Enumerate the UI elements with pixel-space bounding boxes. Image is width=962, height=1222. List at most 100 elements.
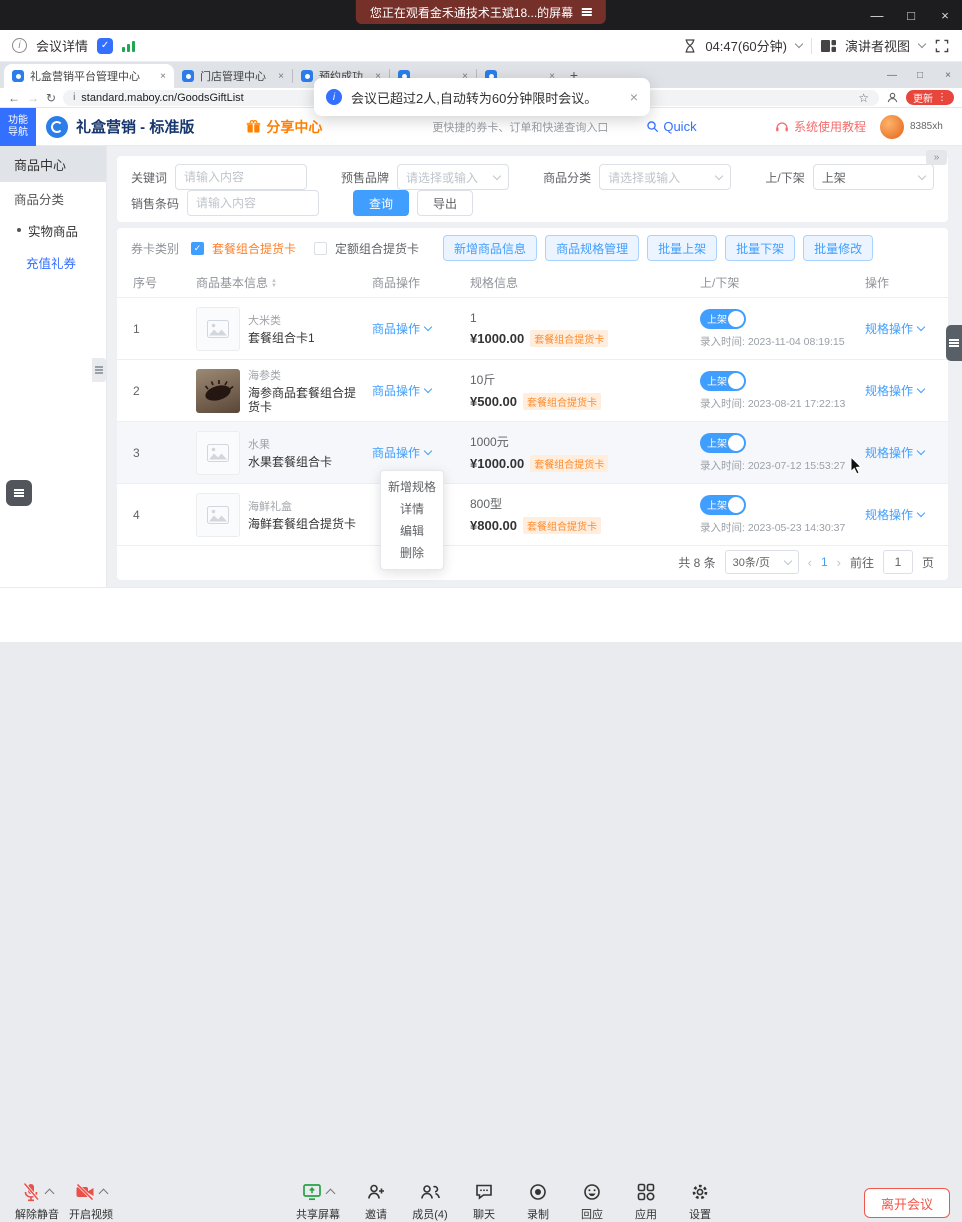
forward-icon[interactable]: → <box>27 92 39 104</box>
view-mode-selector[interactable]: 演讲者视图 <box>845 36 910 55</box>
prev-page-button[interactable]: ‹ <box>808 555 812 570</box>
spec-text: 1 <box>470 311 692 325</box>
bookmark-star-icon[interactable]: ☆ <box>858 92 869 104</box>
batch-on-shelf-button[interactable]: 批量上架 <box>647 235 717 261</box>
sidebar-section-goods-center[interactable]: 商品中心 <box>0 146 106 182</box>
members-icon <box>419 1182 441 1202</box>
spec-operation-link[interactable]: 规格操作 <box>865 444 924 461</box>
browser-menu-kebab-icon[interactable]: ⋮ <box>937 92 947 103</box>
user-avatar[interactable] <box>880 115 904 139</box>
shelf-toggle[interactable]: 上架 <box>700 495 746 515</box>
filter-panel: 关键词 预售品牌 请选择或输入 商品分类 请选择或输入 上/下架 上架 销售条码… <box>117 156 948 222</box>
sidebar-drag-handle[interactable] <box>92 358 106 382</box>
tab-close-icon[interactable]: × <box>278 71 284 82</box>
browser-maximize-button[interactable]: □ <box>906 70 934 81</box>
sidebar-item-physical-goods[interactable]: 实物商品 <box>0 214 106 246</box>
quick-search-link[interactable]: Quick <box>646 119 696 134</box>
site-info-icon[interactable]: i <box>73 93 75 103</box>
goods-operation-link-open[interactable]: 商品操作 <box>372 444 431 461</box>
fullscreen-icon[interactable] <box>934 38 950 54</box>
meeting-details-link[interactable]: 会议详情 <box>36 36 88 55</box>
sidebar-item-goods-category[interactable]: 商品分类 <box>0 182 106 214</box>
window-minimize-button[interactable]: — <box>860 0 894 30</box>
chat-button[interactable]: 聊天 <box>457 1182 511 1222</box>
browser-update-badge[interactable]: 更新 ⋮ <box>906 90 954 105</box>
view-chevron-down-icon[interactable] <box>918 40 926 48</box>
settings-button[interactable]: 设置 <box>673 1182 727 1222</box>
back-icon[interactable]: ← <box>8 92 20 104</box>
category-select[interactable]: 请选择或输入 <box>599 164 731 190</box>
spec-operation-link[interactable]: 规格操作 <box>865 506 924 523</box>
spec-operation-link[interactable]: 规格操作 <box>865 320 924 337</box>
browser-minimize-button[interactable]: — <box>878 70 906 81</box>
goto-page-input[interactable] <box>883 550 913 574</box>
function-nav-button[interactable]: 功能 导航 <box>0 108 36 146</box>
invite-button[interactable]: 邀请 <box>349 1182 403 1222</box>
spec-manage-button[interactable]: 商品规格管理 <box>545 235 639 261</box>
shelf-toggle[interactable]: 上架 <box>700 371 746 391</box>
banner-menu-icon[interactable] <box>582 11 592 13</box>
browser-close-button[interactable]: × <box>934 70 962 81</box>
product-name: 海参商品套餐组合提货卡 <box>248 386 366 414</box>
dropdown-item-delete[interactable]: 删除 <box>381 542 443 564</box>
brand-select[interactable]: 请选择或输入 <box>397 164 509 190</box>
export-button[interactable]: 导出 <box>417 190 473 216</box>
dropdown-item-add-spec[interactable]: 新增规格 <box>381 476 443 498</box>
mouse-cursor <box>850 456 863 475</box>
entry-time: 录入时间: 2023-11-04 08:19:15 <box>700 334 845 349</box>
apps-button[interactable]: 应用 <box>619 1182 673 1222</box>
dropdown-item-edit[interactable]: 编辑 <box>381 520 443 542</box>
reactions-button[interactable]: 回应 <box>565 1182 619 1222</box>
floating-list-widget[interactable] <box>6 480 32 506</box>
batch-edit-button[interactable]: 批量修改 <box>803 235 873 261</box>
browser-tab-2[interactable]: 门店管理中心 × <box>174 64 292 88</box>
meeting-side-panel-handle[interactable] <box>946 325 962 361</box>
checkbox-fixed-card-label[interactable]: 定额组合提货卡 <box>335 240 419 257</box>
spec-operation-link[interactable]: 规格操作 <box>865 382 924 399</box>
sidebar-item-recharge-voucher[interactable]: 充值礼券 <box>0 246 106 278</box>
share-screen-button[interactable]: 共享屏幕 <box>287 1182 349 1222</box>
goods-operation-link[interactable]: 商品操作 <box>372 320 431 337</box>
product-category: 海参类 <box>248 367 366 383</box>
share-center-link[interactable]: 分享中心 <box>246 117 322 137</box>
barcode-input[interactable] <box>187 190 319 216</box>
timer-chevron-down-icon[interactable] <box>795 40 803 48</box>
checkbox-fixed-card-unchecked[interactable] <box>314 242 327 255</box>
start-video-button[interactable]: 开启视频 <box>64 1182 118 1222</box>
unmute-button[interactable]: 解除静音 <box>10 1182 64 1222</box>
add-goods-button[interactable]: 新增商品信息 <box>443 235 537 261</box>
security-shield-icon[interactable]: ✓ <box>97 38 113 54</box>
chevron-down-icon <box>918 171 926 179</box>
page-number-current[interactable]: 1 <box>821 555 828 569</box>
window-close-button[interactable]: × <box>928 0 962 30</box>
mic-options-chevron-icon[interactable] <box>45 1189 55 1199</box>
video-options-chevron-icon[interactable] <box>99 1189 109 1199</box>
checkbox-combo-card-label[interactable]: 套餐组合提货卡 <box>212 240 296 257</box>
meeting-timer[interactable]: 04:47(60分钟) <box>705 36 787 55</box>
goods-operation-link[interactable]: 商品操作 <box>372 382 431 399</box>
batch-off-shelf-button[interactable]: 批量下架 <box>725 235 795 261</box>
sort-icons[interactable]: ▲▼ <box>271 279 277 289</box>
shelf-toggle[interactable]: 上架 <box>700 309 746 329</box>
browser-tab-1[interactable]: 礼盒营销平台管理中心 × <box>4 64 174 88</box>
window-maximize-button[interactable]: □ <box>894 0 928 30</box>
members-button[interactable]: 成员(4) <box>403 1182 457 1222</box>
share-options-chevron-icon[interactable] <box>326 1189 336 1199</box>
checkbox-combo-card-checked[interactable]: ✓ <box>191 242 204 255</box>
profile-icon[interactable] <box>886 91 899 104</box>
search-button[interactable]: 查询 <box>353 190 409 216</box>
reload-icon[interactable]: ↻ <box>46 92 56 104</box>
notification-close-icon[interactable]: × <box>630 89 638 105</box>
shelf-toggle[interactable]: 上架 <box>700 433 746 453</box>
panel-collapse-button[interactable]: » <box>926 150 947 165</box>
tab-close-icon[interactable]: × <box>160 71 166 82</box>
keyword-input[interactable] <box>175 164 307 190</box>
page-size-value: 30条/页 <box>733 554 770 570</box>
page-size-select[interactable]: 30条/页 <box>725 550 799 574</box>
tutorial-link[interactable]: 系统使用教程 <box>775 118 866 135</box>
dropdown-item-detail[interactable]: 详情 <box>381 498 443 520</box>
leave-meeting-button[interactable]: 离开会议 <box>864 1188 950 1218</box>
record-button[interactable]: 录制 <box>511 1182 565 1222</box>
next-page-button[interactable]: › <box>837 555 841 570</box>
shelf-select[interactable]: 上架 <box>813 164 934 190</box>
